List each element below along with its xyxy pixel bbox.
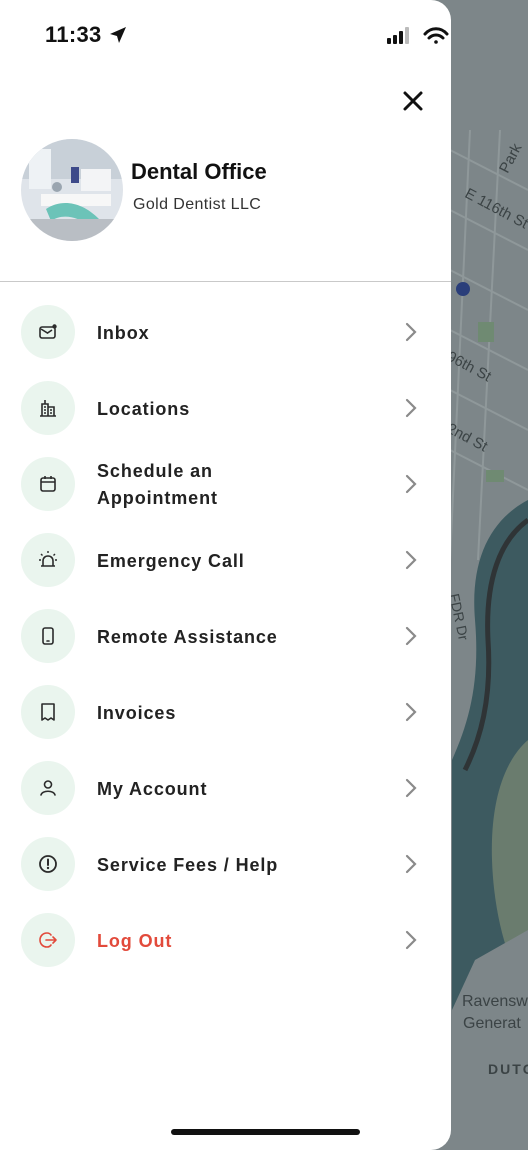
menu-item-inbox[interactable]: Inbox — [0, 295, 451, 371]
logout-icon — [39, 932, 57, 948]
office-subtitle: Gold Dentist LLC — [133, 196, 262, 213]
menu-item-label: My Account — [97, 778, 208, 799]
office-title: Dental Office — [131, 159, 267, 184]
icon-badge — [21, 837, 75, 891]
chevron-right-icon — [405, 626, 417, 646]
home-indicator[interactable] — [171, 1129, 360, 1135]
status-time: 11:33 — [45, 22, 102, 47]
mail-icon — [39, 324, 57, 339]
menu-item-my-account[interactable]: My Account — [0, 751, 451, 827]
icon-badge — [21, 381, 75, 435]
menu-item-service-fees-help[interactable]: Service Fees / Help — [0, 827, 451, 903]
chevron-right-icon — [405, 398, 417, 418]
menu-item-label: Service Fees / Help — [97, 854, 279, 875]
user-icon — [40, 780, 56, 796]
office-photo — [21, 139, 123, 241]
chevron-right-icon — [405, 778, 417, 798]
chevron-right-icon — [405, 550, 417, 570]
status-icons — [387, 27, 449, 44]
menu-list: Inbox Locations Schedule an Appointment — [0, 295, 451, 979]
location-arrow-icon — [110, 27, 126, 43]
map-label-place: Ravensw — [462, 993, 528, 1010]
chevron-right-icon — [405, 930, 417, 950]
wifi-icon — [423, 27, 449, 44]
menu-item-invoices[interactable]: Invoices — [0, 675, 451, 751]
icon-badge — [21, 305, 75, 359]
calendar-icon — [40, 476, 56, 492]
avatar — [21, 139, 123, 241]
close-icon[interactable] — [398, 86, 428, 116]
menu-item-remote-assistance[interactable]: Remote Assistance — [0, 599, 451, 675]
phone-device-icon — [42, 627, 54, 645]
map-label-place: Generat — [463, 1015, 521, 1032]
menu-item-label: Log Out — [97, 930, 173, 951]
menu-item-label: Remote Assistance — [97, 626, 278, 647]
siren-icon — [39, 551, 57, 567]
menu-item-label: Schedule an Appointment — [97, 461, 218, 508]
icon-badge — [21, 913, 75, 967]
map-label-district: DUTC — [488, 1061, 528, 1077]
chevron-right-icon — [405, 854, 417, 874]
icon-badge — [21, 685, 75, 739]
icon-badge — [21, 457, 75, 511]
icon-badge — [21, 609, 75, 663]
menu-item-schedule-appointment[interactable]: Schedule an Appointment — [0, 447, 451, 523]
chevron-right-icon — [405, 474, 417, 494]
menu-item-label: Invoices — [97, 702, 177, 723]
signal-icon — [387, 27, 409, 44]
menu-item-log-out[interactable]: Log Out — [0, 903, 451, 979]
divider — [0, 281, 451, 282]
chevron-right-icon — [405, 322, 417, 342]
side-drawer: 11:33 Dental Office Gold Dentist LLC Inb… — [0, 0, 451, 1150]
icon-badge — [21, 533, 75, 587]
menu-item-label: Locations — [97, 398, 191, 419]
alert-circle-icon — [39, 855, 57, 873]
menu-item-locations[interactable]: Locations — [0, 371, 451, 447]
menu-item-label: Emergency Call — [97, 550, 245, 571]
icon-badge — [21, 761, 75, 815]
chevron-right-icon — [405, 702, 417, 722]
menu-item-emergency-call[interactable]: Emergency Call — [0, 523, 451, 599]
menu-item-label: Inbox — [97, 322, 150, 343]
receipt-icon — [41, 703, 55, 721]
building-icon — [40, 400, 56, 417]
